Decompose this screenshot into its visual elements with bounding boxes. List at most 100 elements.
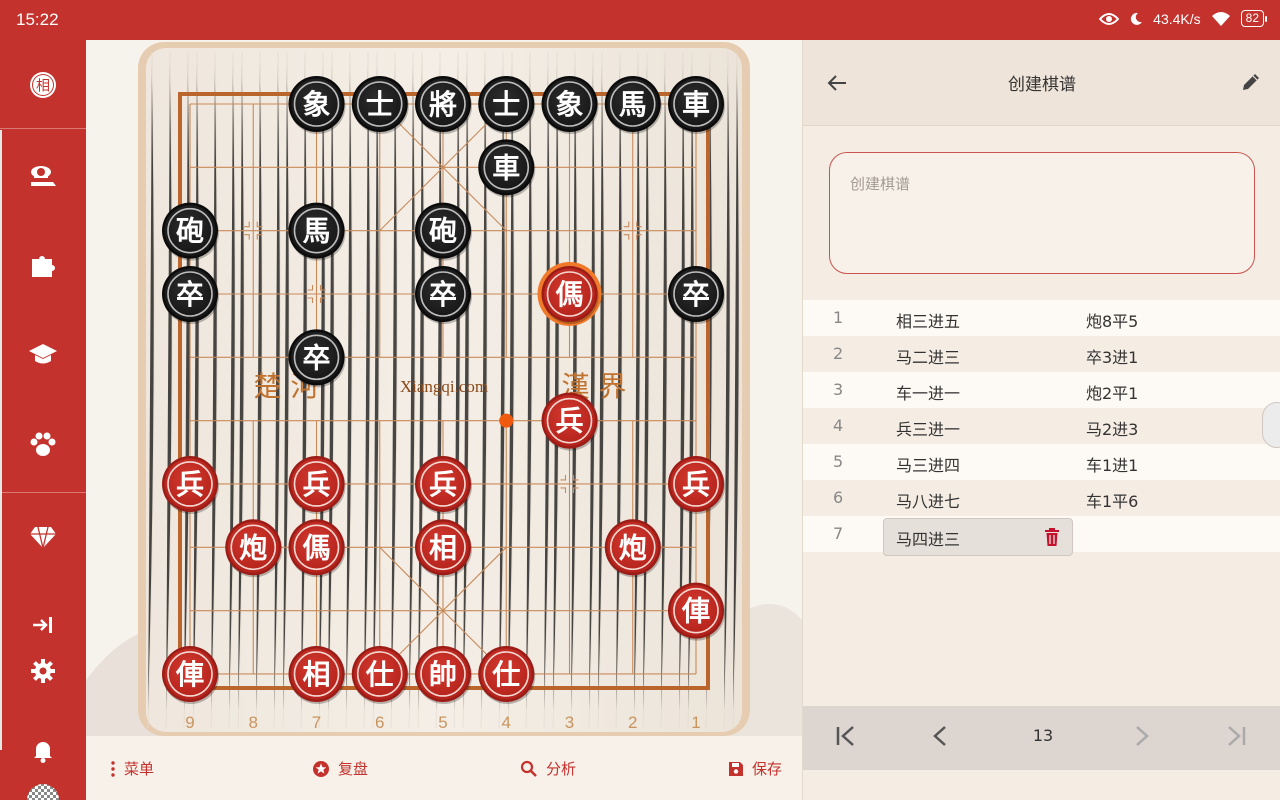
- sidebar-divider: [0, 128, 86, 129]
- piece-label: 俥: [175, 658, 204, 691]
- sidebar-item-notifications[interactable]: [0, 726, 86, 776]
- black-move[interactable]: 马2进3: [1086, 416, 1138, 440]
- black-move[interactable]: 车1进1: [1086, 452, 1138, 476]
- piece-label: 將: [429, 88, 457, 121]
- move-row[interactable]: 3 车一进一 炮2平1: [803, 372, 1280, 408]
- xiangqi-board[interactable]: 楚 河 Xiangqi.com 漢 界 987654321 象士將士象馬車車砲馬…: [86, 40, 802, 736]
- move-number: 5: [833, 452, 844, 471]
- black-move[interactable]: 卒3进1: [1086, 344, 1138, 368]
- sidebar-item-learn[interactable]: [0, 330, 86, 380]
- record-panel: 创建棋谱 1 相三进五 炮8平5 2 马二进三 卒3进1 3 车一进一 炮2平1…: [802, 40, 1280, 800]
- sidebar-item-premium[interactable]: [0, 512, 86, 562]
- replay-button[interactable]: 复盘: [312, 758, 368, 779]
- move-counter: 13: [1032, 726, 1054, 745]
- sidebar-item-avatar[interactable]: [0, 778, 86, 800]
- clock: 15:22: [16, 10, 59, 29]
- previous-move-icon[interactable]: [931, 724, 949, 748]
- menu-button[interactable]: 菜单: [110, 758, 154, 779]
- red-move[interactable]: 相三进五: [896, 308, 960, 332]
- red-move[interactable]: 马二进三: [896, 344, 960, 368]
- move-row[interactable]: 1 相三进五 炮8平5: [803, 300, 1280, 336]
- file-number: 7: [312, 713, 321, 732]
- floating-assistant-handle[interactable]: [1262, 402, 1280, 448]
- moon-icon: [1131, 12, 1143, 25]
- piece-label: 車: [682, 88, 710, 121]
- piece-label: 卒: [302, 341, 330, 374]
- save-button[interactable]: 保存: [728, 758, 782, 779]
- current-move-chip[interactable]: 马四进三: [883, 518, 1073, 556]
- red-move[interactable]: 马八进七: [896, 488, 960, 512]
- move-row[interactable]: 4 兵三进一 马2进3: [803, 408, 1280, 444]
- save-label: 保存: [752, 760, 783, 778]
- star-circle-icon: [313, 760, 329, 777]
- black-move[interactable]: 炮2平1: [1086, 380, 1138, 404]
- piece-label: 帥: [429, 658, 457, 691]
- sidebar-item-login[interactable]: [0, 600, 86, 650]
- sidebar-item-settings[interactable]: [0, 646, 86, 696]
- piece-label: 馬: [302, 215, 330, 248]
- piece-label: 傌: [302, 531, 330, 564]
- network-speed: 43.4K/s: [1153, 10, 1201, 27]
- last-move-icon[interactable]: [1225, 724, 1247, 748]
- diamond-icon: [30, 526, 56, 549]
- piece-label: 兵: [429, 468, 457, 501]
- search-icon: [520, 760, 537, 777]
- piece-label: 兵: [176, 468, 204, 501]
- piece-label: 象: [302, 88, 330, 121]
- menu-label: 菜单: [124, 760, 155, 778]
- piece-label: 士: [492, 88, 520, 121]
- piece-label: 兵: [302, 468, 330, 501]
- status-icons: 43.4K/s 82: [1099, 10, 1268, 27]
- file-number: 8: [249, 713, 258, 732]
- logo-icon: 相: [30, 72, 56, 98]
- record-name-input[interactable]: [830, 153, 1254, 273]
- app-logo[interactable]: 相: [0, 60, 86, 110]
- move-row[interactable]: 6 马八进七 车1平6: [803, 480, 1280, 516]
- red-move[interactable]: 马三进四: [896, 452, 960, 476]
- sidebar: 相: [0, 40, 86, 800]
- file-number: 1: [691, 713, 700, 732]
- red-piece[interactable]: 傌: [537, 261, 602, 326]
- red-move[interactable]: 兵三进一: [896, 416, 960, 440]
- save-icon: [729, 761, 743, 776]
- piece-label: 卒: [682, 278, 710, 311]
- piece-label: 傌: [555, 278, 583, 311]
- piece-label: 炮: [239, 531, 267, 564]
- watermark: Xiangqi.com: [400, 377, 488, 396]
- black-move[interactable]: 车1平6: [1086, 488, 1138, 512]
- black-move[interactable]: 炮8平5: [1086, 308, 1138, 332]
- puzzle-icon: [32, 256, 55, 277]
- red-move: 马四进三: [896, 530, 961, 549]
- piece-label: 象: [555, 88, 583, 121]
- board-area: 楚 河 Xiangqi.com 漢 界 987654321 象士將士象馬車車砲馬…: [86, 40, 802, 736]
- move-navigation: 13: [803, 706, 1280, 770]
- sidebar-item-puzzles[interactable]: [0, 240, 86, 290]
- sidebar-item-play[interactable]: [0, 152, 86, 202]
- login-icon: [33, 617, 52, 633]
- sidebar-item-social[interactable]: [0, 420, 86, 470]
- piece-label: 相: [302, 658, 330, 691]
- piece-label: 兵: [555, 405, 583, 438]
- move-number: 2: [833, 344, 844, 363]
- piece-label: 卒: [429, 278, 457, 311]
- move-row[interactable]: 5 马三进四 车1进1: [803, 444, 1280, 480]
- move-row[interactable]: 2 马二进三 卒3进1: [803, 336, 1280, 372]
- move-row[interactable]: 7 马四进三: [803, 516, 1280, 556]
- first-move-icon[interactable]: [835, 724, 857, 748]
- piece-label: 仕: [365, 658, 394, 691]
- piece-label: 俥: [681, 595, 710, 628]
- edit-pencil-icon[interactable]: [1241, 72, 1261, 92]
- file-number: 9: [185, 713, 194, 732]
- piece-label: 車: [492, 151, 520, 184]
- move-number: 4: [833, 416, 844, 435]
- file-number: 3: [565, 713, 574, 732]
- gear-icon: [31, 659, 55, 683]
- next-move-icon[interactable]: [1133, 724, 1151, 748]
- bell-icon: [34, 742, 52, 763]
- trash-icon[interactable]: [1044, 527, 1060, 547]
- file-number: 5: [438, 713, 447, 732]
- red-move[interactable]: 车一进一: [896, 380, 960, 404]
- record-name-field[interactable]: [829, 152, 1255, 274]
- chess-hand-icon: [31, 166, 56, 186]
- analyze-button[interactable]: 分析: [520, 758, 576, 779]
